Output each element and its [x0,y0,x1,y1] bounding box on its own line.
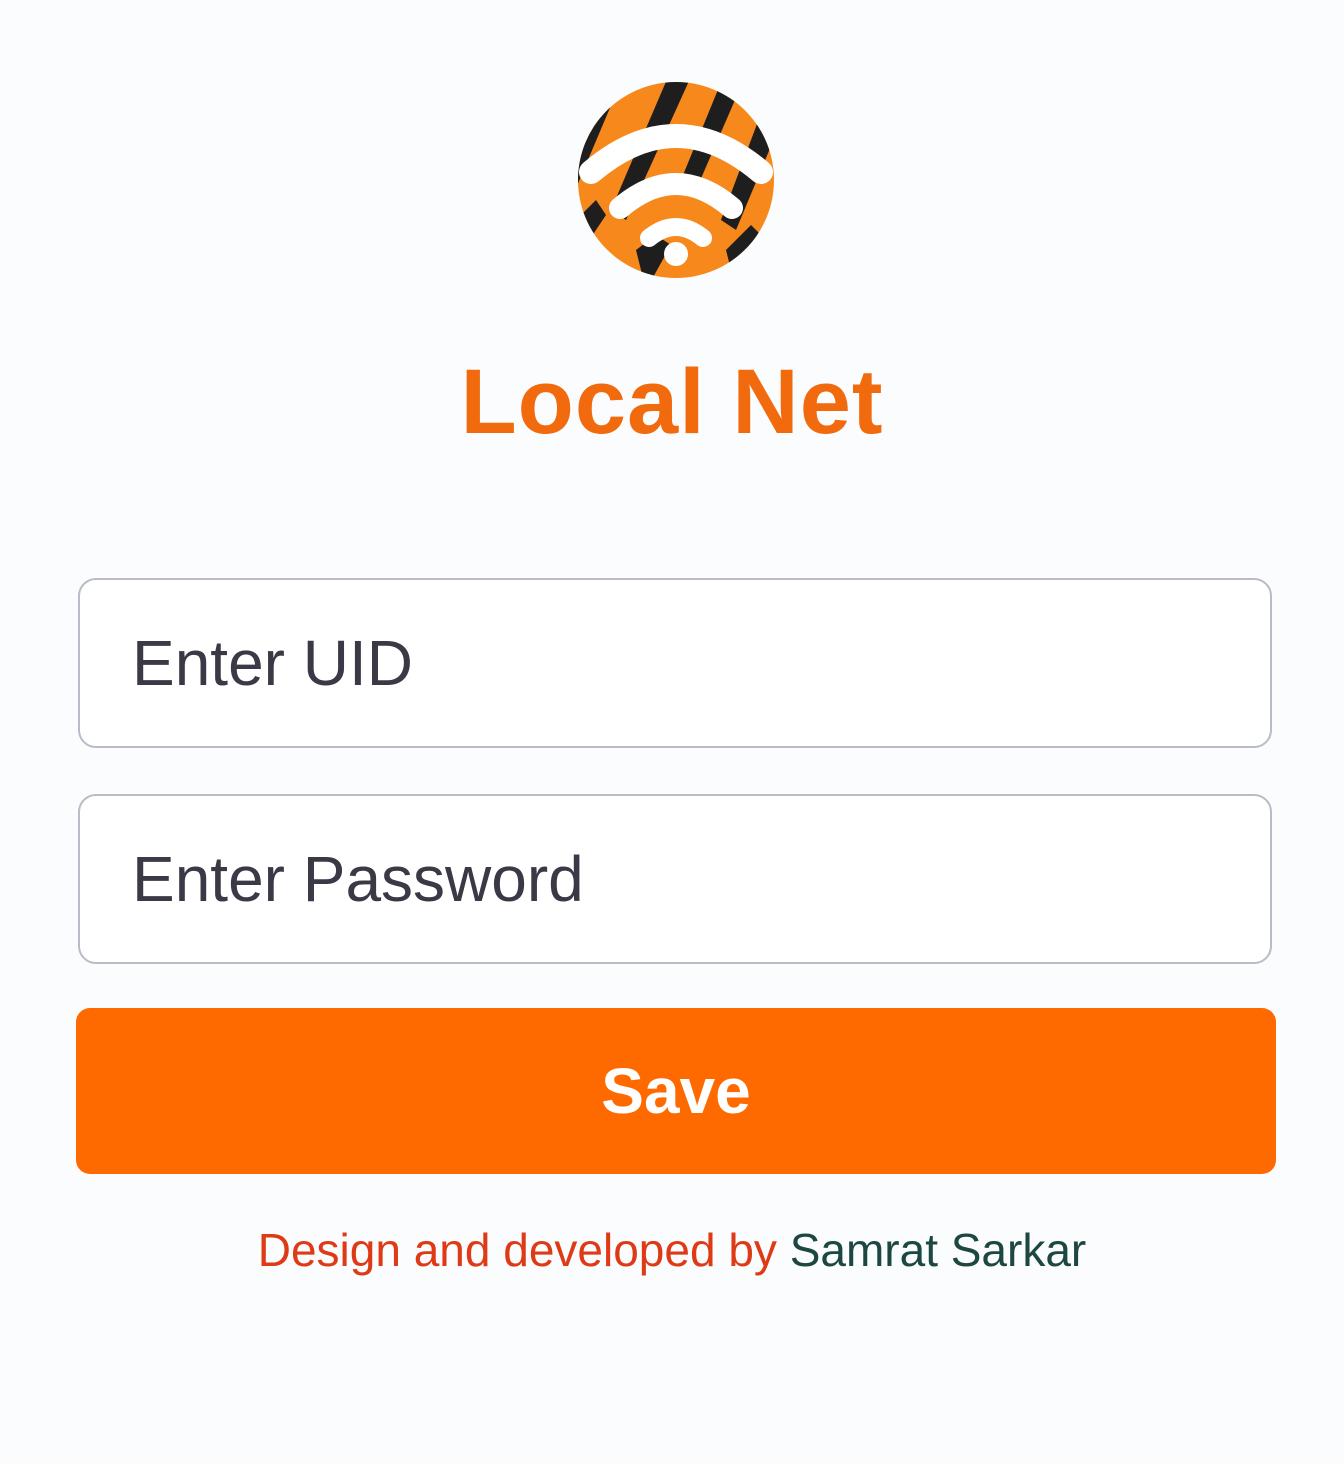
save-button[interactable]: Save [76,1008,1276,1174]
app-title: Local Net [460,351,884,453]
uid-input[interactable] [78,578,1272,748]
credit-author: Samrat Sarkar [789,1224,1087,1276]
credit-text: Design and developed by Samrat Sarkar [0,1222,1344,1278]
credit-prefix: Design and developed by [257,1224,790,1276]
app-logo [576,80,776,280]
wifi-icon [578,82,774,278]
password-input[interactable] [78,794,1272,964]
